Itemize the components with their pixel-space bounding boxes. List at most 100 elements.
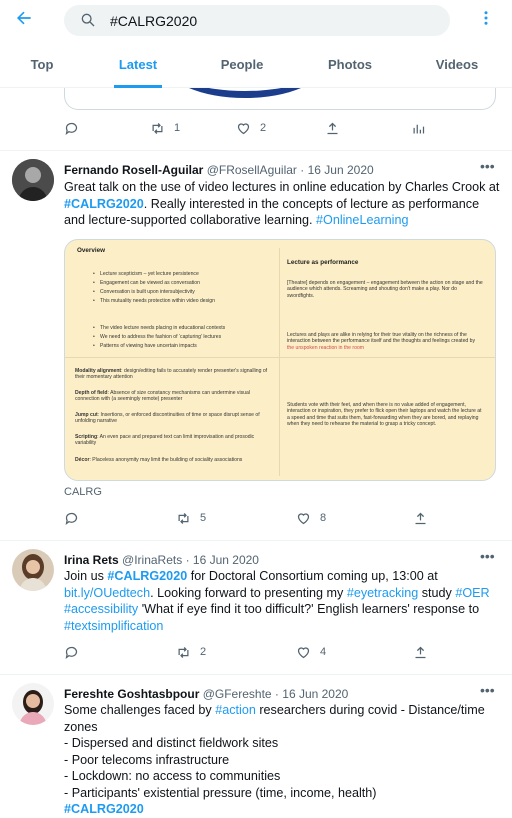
author-handle[interactable]: @GFereshte <box>203 687 272 701</box>
tweet-text: Join us #CALRG2020 for Doctoral Consorti… <box>64 568 500 634</box>
hashtag-link[interactable]: #CALRG2020 <box>64 197 144 211</box>
row-text: : Placeless anonymity may limit the buil… <box>89 457 243 463</box>
share-button[interactable] <box>413 508 428 528</box>
like-count: 2 <box>260 122 267 134</box>
tweet-actions: 1 2 <box>64 118 464 138</box>
slide-divider-horizontal <box>65 357 495 358</box>
hashtag-link[interactable]: #eyetracking <box>347 586 418 600</box>
slide-overview-title: Overview <box>77 247 106 254</box>
url-link[interactable]: bit.ly/OUedtech <box>64 586 150 600</box>
reply-icon <box>65 122 78 135</box>
row-label: Modality alignment <box>75 368 122 374</box>
tweet-date[interactable]: 16 Jun 2020 <box>193 553 259 567</box>
heart-icon <box>237 122 250 134</box>
slide-bullet: Patterns of viewing have uncertain impac… <box>93 343 273 350</box>
reply-button[interactable] <box>64 508 79 528</box>
tab-people[interactable]: People <box>214 42 270 88</box>
more-icon[interactable]: ••• <box>480 158 495 174</box>
tweet-header: Irina Rets @IrinaRets · 16 Jun 2020 <box>64 552 259 568</box>
separator: · <box>185 553 190 567</box>
slide-modality-row: Depth of field: Absence of size constanc… <box>75 390 270 403</box>
slide-paragraph: [Theatre] depends on engagement – engage… <box>287 280 483 299</box>
author-handle[interactable]: @FRosellAguilar <box>207 163 297 177</box>
avatar[interactable] <box>12 159 54 201</box>
share-button[interactable] <box>325 118 340 138</box>
tab-top[interactable]: Top <box>14 42 70 88</box>
tweet-image-slide[interactable]: Overview Lecture scepticism – yet lectur… <box>64 239 496 481</box>
text-segment: Join us <box>64 569 108 583</box>
previous-tweet-media[interactable] <box>64 88 496 110</box>
text-segment: Great talk on the use of video lectures … <box>64 180 500 194</box>
tweet-header: Fereshte Goshtasbpour @GFereshte · 16 Ju… <box>64 686 348 702</box>
more-vertical-icon[interactable] <box>476 9 496 31</box>
search-tabs: Top Latest People Photos Videos <box>0 42 512 88</box>
author-name[interactable]: Fereshte Goshtasbpour <box>64 687 199 701</box>
text-segment: Some challenges faced by <box>64 703 216 717</box>
back-arrow-icon[interactable] <box>10 8 38 34</box>
slide-bullet: The video lecture needs placing in educa… <box>93 325 273 332</box>
retweet-button[interactable]: 2 <box>176 642 206 662</box>
reply-icon <box>65 646 78 659</box>
tweet-date[interactable]: 16 Jun 2020 <box>308 163 374 177</box>
avatar[interactable] <box>12 683 54 725</box>
text-segment: study <box>418 585 456 600</box>
reply-button[interactable] <box>64 118 79 138</box>
avatar[interactable] <box>12 549 54 591</box>
slide-bullet: Conversation is built upon intersubjecti… <box>93 289 273 296</box>
text-paragraph: Some challenges faced by #action researc… <box>64 702 500 735</box>
retweet-count: 1 <box>174 122 181 134</box>
tab-label: Latest <box>118 57 158 72</box>
overview-list-b: The video lecture needs placing in educa… <box>93 325 273 352</box>
slide-divider-vertical <box>279 248 280 476</box>
divider <box>0 674 512 675</box>
retweet-button[interactable]: 1 <box>150 118 180 138</box>
search-box[interactable] <box>64 5 450 36</box>
row-text: : Insertions, or enforced discontinuitie… <box>75 412 260 425</box>
more-icon[interactable]: ••• <box>480 548 495 564</box>
like-count: 4 <box>320 646 327 658</box>
hashtag-link[interactable]: #accessibility <box>64 602 138 616</box>
hashtag-link[interactable]: #OnlineLearning <box>316 213 408 227</box>
hashtag-link[interactable]: #CALRG2020 <box>107 569 187 583</box>
row-label: Jump cut <box>75 412 98 418</box>
more-icon[interactable]: ••• <box>480 682 495 698</box>
row-label: Depth of field <box>75 390 108 396</box>
slide-paragraph: Students vote with their feet, and when … <box>287 402 482 428</box>
heart-icon <box>297 512 310 524</box>
like-button[interactable]: 2 <box>236 118 266 138</box>
share-icon <box>327 122 338 134</box>
slide-text: Lectures and plays are alike in relying … <box>287 332 476 345</box>
share-button[interactable] <box>413 642 428 662</box>
slide-bullet: Engagement can be viewed as conversation <box>93 280 273 287</box>
divider <box>0 540 512 541</box>
tab-photos[interactable]: Photos <box>320 42 380 88</box>
row-label: Décor <box>75 457 90 463</box>
share-icon <box>415 512 426 524</box>
analytics-button[interactable] <box>411 118 426 138</box>
search-icon <box>81 13 95 27</box>
hashtag-link[interactable]: #CALRG2020 <box>64 801 500 818</box>
tab-latest[interactable]: Latest <box>114 42 162 88</box>
text-segment: . Looking forward to presenting my <box>150 585 347 600</box>
row-text: : An even pace and prepared text can lim… <box>75 434 255 447</box>
like-button[interactable]: 8 <box>296 508 326 528</box>
tweet-text: Some challenges faced by #action researc… <box>64 702 500 818</box>
separator: · <box>274 687 279 701</box>
hashtag-link[interactable]: #OER <box>455 586 489 600</box>
retweet-button[interactable]: 5 <box>176 508 206 528</box>
tweet-text: Great talk on the use of video lectures … <box>64 179 500 229</box>
reply-button[interactable] <box>64 642 79 662</box>
author-handle[interactable]: @IrinaRets <box>122 553 182 567</box>
slide-performance-title: Lecture as performance <box>287 259 359 266</box>
search-input[interactable] <box>110 9 430 32</box>
tab-label: Photos <box>327 57 373 72</box>
tweet-date[interactable]: 16 Jun 2020 <box>282 687 348 701</box>
like-button[interactable]: 4 <box>296 642 326 662</box>
author-name[interactable]: Irina Rets <box>64 553 119 567</box>
hashtag-link[interactable]: #action <box>215 703 256 717</box>
retweet-icon <box>178 512 189 524</box>
author-name[interactable]: Fernando Rosell-Aguilar <box>64 163 203 177</box>
tab-videos[interactable]: Videos <box>428 42 486 88</box>
text-segment: 'What if eye find it too difficult?' Eng… <box>138 602 480 616</box>
hashtag-link[interactable]: #textsimplification <box>64 619 163 633</box>
